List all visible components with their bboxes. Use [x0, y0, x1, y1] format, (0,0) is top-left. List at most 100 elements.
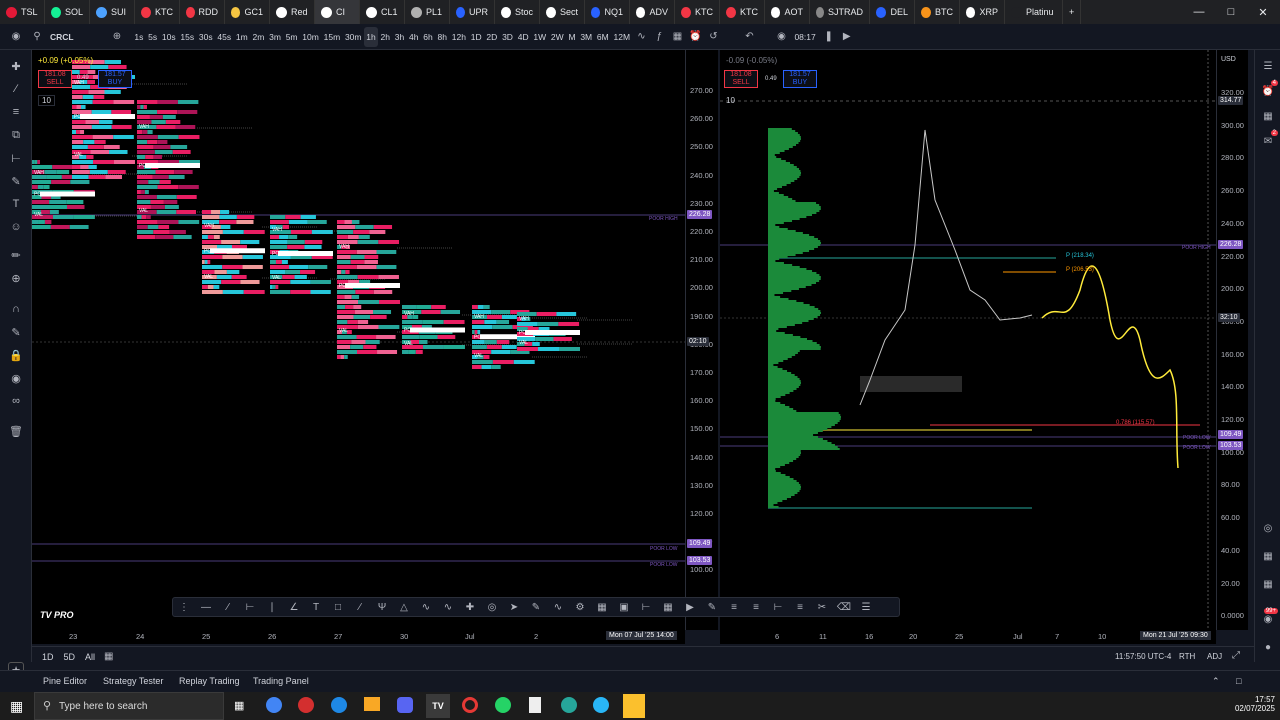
pause-icon[interactable]: ❚ [822, 30, 836, 44]
maximize-panel-icon[interactable]: □ [1236, 676, 1241, 686]
browser-tab[interactable]: BTC [915, 0, 960, 24]
wave-icon[interactable]: ∿ [547, 598, 569, 616]
browser-tab[interactable]: DEL [870, 0, 915, 24]
stack-icon[interactable]: ≡ [789, 598, 811, 616]
lines-icon[interactable]: ≡ [723, 598, 745, 616]
range-5d[interactable]: 5D [64, 652, 76, 662]
interval-12M[interactable]: 12M [611, 27, 632, 47]
interval-1m[interactable]: 1m [234, 27, 251, 47]
cross-icon[interactable]: ✚ [459, 598, 481, 616]
session-text[interactable]: RTH [1179, 652, 1195, 661]
browser-tab[interactable]: ADV [630, 0, 675, 24]
arrow-icon[interactable]: ➤ [503, 598, 525, 616]
undo-icon[interactable]: ↶ [742, 30, 756, 44]
text-icon[interactable]: T [8, 196, 24, 212]
maximize-button[interactable]: □ [1214, 0, 1248, 24]
lock-icon[interactable]: 🔒 [8, 347, 24, 363]
browser-tab[interactable]: KTC [135, 0, 180, 24]
levels-icon[interactable]: ≡ [745, 598, 767, 616]
interval-5s[interactable]: 5s [146, 27, 160, 47]
interval-3D[interactable]: 3D [500, 27, 516, 47]
adj-text[interactable]: ADJ [1207, 652, 1222, 661]
replay-icon[interactable]: ↺ [706, 30, 720, 44]
symbol-search[interactable]: CRCL [46, 27, 108, 47]
task-view-icon[interactable]: ▦ [234, 699, 244, 712]
left-buy-button[interactable]: 181.57 BUY [98, 70, 132, 88]
interval-1s[interactable]: 1s [132, 27, 146, 47]
taskbar-search[interactable]: ⚲ Type here to search [34, 692, 224, 720]
trendline-icon[interactable]: ∕ [8, 81, 24, 97]
whatsapp-icon[interactable] [495, 697, 511, 713]
left-sell-button[interactable]: 181.08 SELL [38, 70, 72, 88]
mic-icon[interactable]: ▶ [840, 30, 854, 44]
pitchfork-icon[interactable]: Ψ [371, 598, 393, 616]
play-icon[interactable]: ▶ [679, 598, 701, 616]
right-time-axis[interactable]: 6 11 16 20 25 Jul 7 10 Mon 21 Jul '25 09:30 [720, 630, 1216, 644]
scissors-icon[interactable]: ✂ [811, 598, 833, 616]
brush2-icon[interactable]: ✎ [701, 598, 723, 616]
interval-6M[interactable]: 6M [595, 27, 612, 47]
interval-M[interactable]: M [566, 27, 578, 47]
interval-1W[interactable]: 1W [531, 27, 549, 47]
interval-15m[interactable]: 15m [321, 27, 342, 47]
interval-3M[interactable]: 3M [578, 27, 595, 47]
target-icon[interactable]: ◎ [1260, 520, 1276, 536]
apps-icon[interactable]: ▦ [1260, 576, 1276, 592]
file-explorer-icon[interactable] [364, 697, 380, 711]
left-qty[interactable]: 10 [38, 95, 55, 106]
currency-label[interactable]: USD [1221, 56, 1236, 63]
chrome-icon[interactable] [266, 697, 282, 713]
chat-icon[interactable]: ✉ 2 [1260, 130, 1278, 149]
browser-tab[interactable]: SUI [90, 0, 135, 24]
browser-tab[interactable]: KTC [675, 0, 720, 24]
browser-tab[interactable]: GC1 [225, 0, 270, 24]
table-icon[interactable]: ▦ [657, 598, 679, 616]
ray-icon[interactable]: ∕ [217, 598, 239, 616]
interval-30m[interactable]: 30m [343, 27, 364, 47]
path-icon[interactable]: ∿ [437, 598, 459, 616]
calendar-icon[interactable]: ▦ [1260, 548, 1276, 564]
measure-icon[interactable]: ⊢ [767, 598, 789, 616]
range-1d[interactable]: 1D [42, 652, 54, 662]
brush-icon[interactable]: ✎ [8, 173, 24, 189]
grid-icon[interactable]: ▦ [591, 598, 613, 616]
interval-2W[interactable]: 2W [549, 27, 567, 47]
interval-8h[interactable]: 8h [435, 27, 449, 47]
crosshair-icon[interactable]: ✚ [8, 58, 24, 74]
range-icon[interactable]: ⊢ [635, 598, 657, 616]
right-chart-pane[interactable]: -0.09 (-0.05%) 181.08 SELL 0.49 181.57 BUY… [720, 50, 1216, 630]
alerts-icon[interactable]: ⏰ 4 [1260, 80, 1278, 99]
sticky-notes-icon[interactable] [623, 694, 645, 718]
calendar-range-icon[interactable]: ▦ [104, 651, 113, 662]
app-teal-icon[interactable] [561, 697, 577, 713]
left-price-axis[interactable]: 270.00 260.00 250.00 240.00 230.00 220.00 210.… [685, 50, 718, 630]
replay-trading-tab[interactable]: Replay Trading [179, 676, 240, 686]
hray-icon[interactable]: ⊢ [239, 598, 261, 616]
projection-icon[interactable]: ⊢ [8, 150, 24, 166]
interval-30s[interactable]: 30s [197, 27, 216, 47]
marker-icon[interactable]: ✎ [525, 598, 547, 616]
browser-tab[interactable]: Sect [540, 0, 585, 24]
magnet-icon[interactable]: ∩ [8, 301, 24, 317]
tradingview-task-icon[interactable]: TV [426, 694, 450, 718]
interval-15s[interactable]: 15s [178, 27, 197, 47]
pattern-icon[interactable]: ⧉ [8, 127, 24, 143]
interval-45s[interactable]: 45s [215, 27, 234, 47]
emoji-icon[interactable]: ☺ [8, 219, 24, 235]
interval-12h[interactable]: 12h [449, 27, 468, 47]
left-chart-pane[interactable]: POC VAH VAL POC VAH VAL POC VAH VAL POC VAH VAL POC V… [32, 50, 685, 630]
interval-3h[interactable]: 3h [392, 27, 406, 47]
browser-tab[interactable]: TSL [0, 0, 45, 24]
trading-panel-tab[interactable]: Trading Panel [253, 676, 309, 686]
handle-icon[interactable]: ⋮ [173, 598, 195, 616]
collapse-icon[interactable]: ⌃ [1212, 676, 1220, 687]
interval-6h[interactable]: 6h [421, 27, 435, 47]
app-blue-icon[interactable] [331, 697, 347, 713]
rect-icon[interactable]: □ [327, 598, 349, 616]
left-time-axis[interactable]: 23 24 25 26 27 30 Jul 2 Mon 07 Jul '25 14:00 [32, 630, 685, 644]
avatar[interactable]: ◉ [6, 30, 26, 44]
record-icon[interactable]: ◉ [774, 30, 788, 44]
chart-type-icon[interactable]: ∿ [634, 30, 648, 44]
zoom-icon[interactable]: ⊕ [8, 270, 24, 286]
app-red-icon[interactable] [298, 697, 314, 713]
